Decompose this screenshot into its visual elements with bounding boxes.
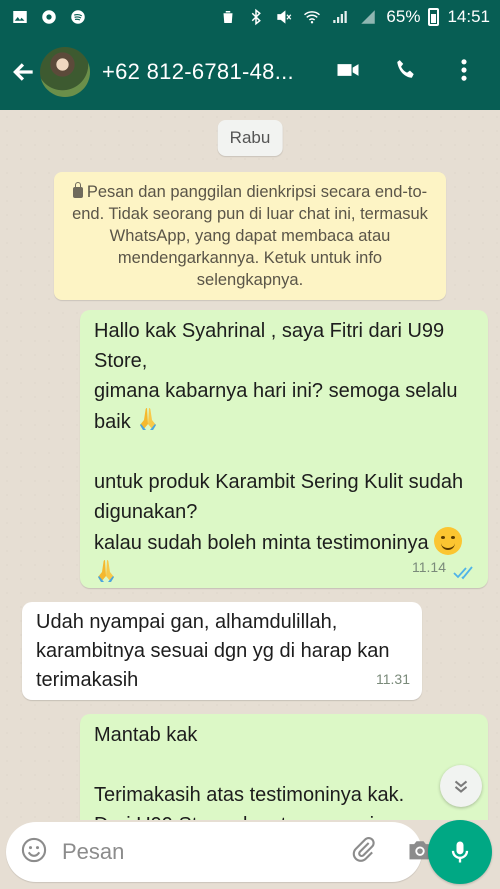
browser-icon — [39, 8, 59, 26]
chat-area[interactable]: Rabu Pesan dan panggilan dienkripsi seca… — [0, 110, 500, 820]
message-outgoing-1[interactable]: Hallo kak Syahrinal , saya Fitri dari U9… — [80, 310, 488, 588]
status-bar: 65% 14:51 — [0, 0, 500, 34]
message-time: 11.14 — [412, 559, 446, 575]
attach-icon[interactable] — [350, 836, 378, 869]
mute-icon — [274, 8, 294, 26]
emoji-icon[interactable] — [20, 836, 48, 869]
double-chevron-down-icon — [454, 780, 468, 793]
battery-percent: 65% — [386, 7, 421, 26]
cleaner-icon — [218, 8, 238, 26]
message-meta: 11.31 — [376, 664, 410, 694]
scroll-to-bottom-button[interactable] — [440, 765, 482, 807]
chat-header: +62 812-6781-48... — [0, 34, 500, 110]
date-separator: Rabu — [217, 120, 283, 156]
message-text: Mantab kak — [94, 724, 198, 746]
encryption-notice-text: Pesan dan panggilan dienkripsi secara en… — [72, 183, 428, 289]
message-time: 11.31 — [376, 671, 410, 687]
voice-message-button[interactable] — [428, 820, 492, 884]
avatar[interactable] — [40, 47, 90, 97]
lock-icon — [72, 182, 83, 198]
encryption-notice[interactable]: Pesan dan panggilan dienkripsi secara en… — [54, 172, 446, 300]
phone-call-icon[interactable] — [392, 56, 420, 89]
battery-icon — [428, 8, 440, 26]
message-input[interactable] — [62, 839, 350, 865]
message-incoming-1[interactable]: Udah nyampai gan, alhamdulillah, karambi… — [22, 602, 422, 700]
compose-bar — [0, 820, 500, 889]
gallery-icon — [10, 8, 30, 26]
message-outgoing-2[interactable]: Mantab kak Terimakasih atas testimoninya… — [80, 714, 488, 820]
more-options-icon[interactable] — [450, 56, 478, 89]
message-text: Terimakasih atas testimoninya kak. Dari … — [94, 784, 408, 820]
bluetooth-icon — [246, 8, 266, 26]
spotify-icon — [68, 8, 88, 26]
message-input-container[interactable] — [6, 822, 431, 882]
contact-name[interactable]: +62 812-6781-48... — [102, 59, 294, 85]
smiling-face-emoji-icon — [434, 527, 463, 555]
message-text: Udah nyampai gan, alhamdulillah, karambi… — [36, 611, 390, 691]
read-receipt-icon — [452, 560, 476, 580]
folded-hands-emoji-icon — [136, 406, 160, 432]
back-arrow-icon[interactable] — [8, 56, 40, 88]
message-meta: 11.14 — [412, 552, 476, 582]
signal-icon — [330, 8, 350, 26]
microphone-icon — [451, 841, 469, 863]
video-call-icon[interactable] — [334, 56, 362, 89]
wifi-icon — [302, 8, 322, 26]
message-text: untuk produk Karambit Sering Kulit sudah… — [94, 471, 464, 554]
folded-hands-emoji-icon — [94, 558, 118, 584]
clock: 14:51 — [447, 7, 490, 26]
signal-2-icon — [358, 8, 378, 26]
